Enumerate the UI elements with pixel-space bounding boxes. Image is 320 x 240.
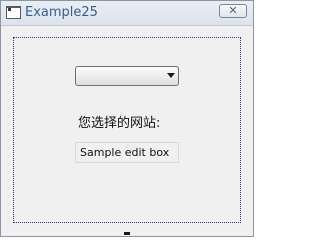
window-app-icon[interactable] — [6, 6, 21, 19]
resize-grip-mark — [124, 232, 130, 235]
window-title: Example25 — [25, 5, 98, 20]
app-window: Example25 ✕ 您选择的网站: Sample edit box — [0, 0, 254, 237]
sample-edit-box[interactable]: Sample edit box — [75, 142, 179, 163]
title-bar[interactable]: Example25 ✕ — [1, 1, 253, 26]
close-icon: ✕ — [228, 4, 238, 17]
dropdown-arrow-icon[interactable] — [167, 73, 175, 78]
site-combobox[interactable] — [75, 66, 179, 86]
selected-site-label: 您选择的网站: — [78, 116, 161, 131]
edit-box-value: Sample edit box — [80, 146, 170, 159]
close-button[interactable]: ✕ — [219, 4, 247, 18]
